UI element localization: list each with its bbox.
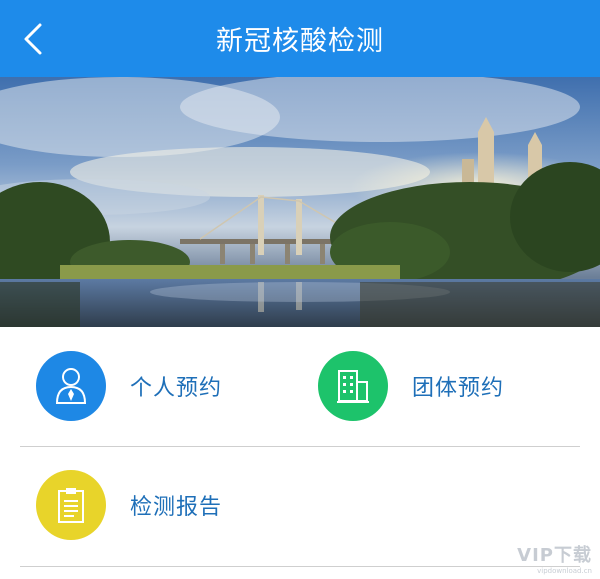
divider-bottom xyxy=(20,566,580,567)
personal-appointment-button[interactable]: 个人预约 xyxy=(36,351,222,421)
building-icon xyxy=(337,370,369,403)
personal-appointment-label: 个人预约 xyxy=(130,376,223,401)
watermark-main: VIP下载 xyxy=(517,545,592,566)
divider xyxy=(20,446,580,447)
back-button[interactable] xyxy=(18,22,48,56)
report-icon-circle xyxy=(36,470,106,540)
group-appointment-label: 团体预约 xyxy=(412,376,505,401)
chevron-left-icon xyxy=(24,23,42,55)
test-report-button[interactable]: 检测报告 xyxy=(36,470,222,540)
group-appointment-button[interactable]: 团体预约 xyxy=(318,351,504,421)
person-icon xyxy=(55,368,87,404)
app-header: 新冠核酸检测 xyxy=(0,0,600,77)
watermark: VIP下载 vipdownload.cn xyxy=(517,541,592,575)
personal-icon-circle xyxy=(36,351,106,421)
watermark-sub: vipdownload.cn xyxy=(537,567,592,575)
test-report-label: 检测报告 xyxy=(130,495,223,520)
clipboard-icon xyxy=(58,488,84,523)
banner-image xyxy=(0,77,600,327)
page-title: 新冠核酸检测 xyxy=(216,26,384,57)
group-icon-circle xyxy=(318,351,388,421)
